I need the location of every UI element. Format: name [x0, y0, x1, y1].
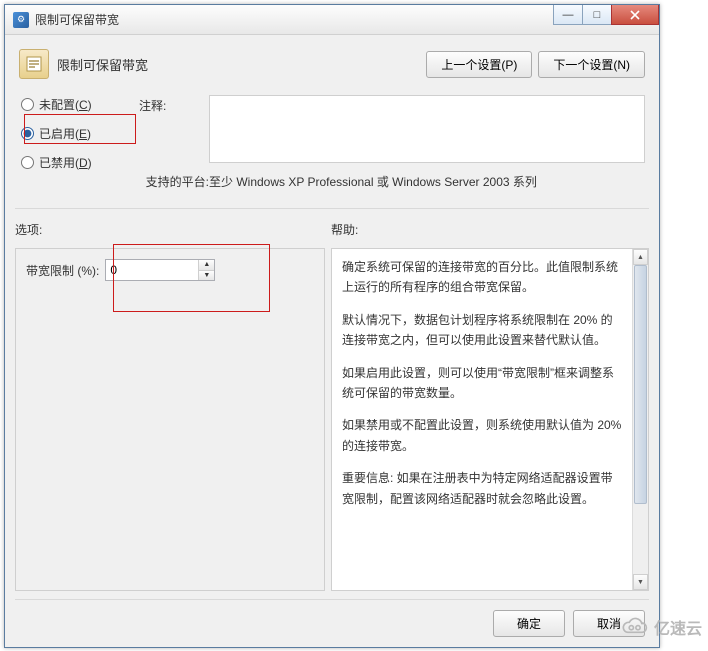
prev-setting-button[interactable]: 上一个设置(P) — [426, 51, 532, 78]
help-text: 确定系统可保留的连接带宽的百分比。此值限制系统上运行的所有程序的组合带宽保留。 … — [332, 249, 632, 590]
radio-disabled[interactable]: 已禁用(D) — [19, 153, 139, 172]
nav-buttons: 上一个设置(P) 下一个设置(N) — [426, 51, 645, 78]
comment-textarea[interactable] — [209, 95, 645, 163]
header-row: 限制可保留带宽 上一个设置(P) 下一个设置(N) — [15, 41, 649, 87]
platform-label: 支持的平台: — [139, 171, 209, 192]
app-icon: ⚙ — [13, 12, 29, 28]
options-label: 选项: — [15, 221, 325, 238]
help-panel: 确定系统可保留的连接带宽的百分比。此值限制系统上运行的所有程序的组合带宽保留。 … — [331, 248, 649, 591]
scroll-down-button[interactable]: ▼ — [633, 574, 648, 590]
bandwidth-limit-label: 带宽限制 (%): — [26, 262, 99, 279]
bandwidth-limit-row: 带宽限制 (%): ▲ ▼ — [26, 259, 314, 281]
cancel-button[interactable]: 取消 — [573, 610, 645, 637]
minimize-button[interactable]: — — [553, 5, 583, 25]
help-label: 帮助: — [331, 221, 649, 238]
dialog-content: 限制可保留带宽 上一个设置(P) 下一个设置(N) 未配置(C) 已启用(E) … — [5, 35, 659, 647]
help-scrollbar[interactable]: ▲ ▼ — [632, 249, 648, 590]
close-icon — [630, 10, 640, 20]
top-grid: 未配置(C) 已启用(E) 已禁用(D) 注释: 支持的平台: 至少 Windo… — [15, 87, 649, 196]
radio-enabled[interactable]: 已启用(E) — [19, 124, 139, 143]
help-p4: 如果禁用或不配置此设置，则系统使用默认值为 20% 的连接带宽。 — [342, 415, 622, 456]
policy-icon — [19, 49, 49, 79]
window-title: 限制可保留带宽 — [35, 11, 119, 28]
lower-split: 选项: 带宽限制 (%): ▲ ▼ 帮助: — [15, 208, 649, 591]
scroll-up-button[interactable]: ▲ — [633, 249, 648, 265]
window-controls: — □ — [553, 5, 659, 25]
bandwidth-limit-input[interactable] — [106, 260, 198, 280]
watermark-text: 亿速云 — [654, 615, 702, 639]
dialog-window: ⚙ 限制可保留带宽 — □ 限制可保留带宽 上一个设置(P) 下一个设置(N) — [4, 4, 660, 648]
help-column: 帮助: 确定系统可保留的连接带宽的百分比。此值限制系统上运行的所有程序的组合带宽… — [331, 221, 649, 591]
maximize-button[interactable]: □ — [582, 5, 612, 25]
options-panel: 带宽限制 (%): ▲ ▼ — [15, 248, 325, 591]
help-p2: 默认情况下，数据包计划程序将系统限制在 20% 的连接带宽之内，但可以使用此设置… — [342, 310, 622, 351]
spinner-buttons: ▲ ▼ — [198, 260, 214, 280]
options-column: 选项: 带宽限制 (%): ▲ ▼ — [15, 221, 325, 591]
spinner-up-button[interactable]: ▲ — [199, 260, 214, 271]
bandwidth-limit-spinner[interactable]: ▲ ▼ — [105, 259, 215, 281]
next-setting-button[interactable]: 下一个设置(N) — [538, 51, 645, 78]
comment-label: 注释: — [139, 95, 209, 163]
radio-not-configured-input[interactable] — [21, 98, 34, 111]
state-radio-group: 未配置(C) 已启用(E) 已禁用(D) — [19, 95, 139, 192]
radio-disabled-input[interactable] — [21, 156, 34, 169]
scroll-thumb[interactable] — [634, 265, 647, 504]
spinner-down-button[interactable]: ▼ — [199, 271, 214, 281]
ok-button[interactable]: 确定 — [493, 610, 565, 637]
policy-title: 限制可保留带宽 — [57, 55, 418, 74]
radio-enabled-input[interactable] — [21, 127, 34, 140]
help-p1: 确定系统可保留的连接带宽的百分比。此值限制系统上运行的所有程序的组合带宽保留。 — [342, 257, 622, 298]
titlebar[interactable]: ⚙ 限制可保留带宽 — □ — [5, 5, 659, 35]
dialog-footer: 确定 取消 — [15, 599, 649, 647]
radio-not-configured[interactable]: 未配置(C) — [19, 95, 139, 114]
platform-value: 至少 Windows XP Professional 或 Windows Ser… — [209, 171, 645, 192]
help-p5: 重要信息: 如果在注册表中为特定网络适配器设置带宽限制，配置该网络适配器时就会忽… — [342, 468, 622, 509]
help-p3: 如果启用此设置，则可以使用“带宽限制”框来调整系统可保留的带宽数量。 — [342, 363, 622, 404]
close-button[interactable] — [611, 5, 659, 25]
